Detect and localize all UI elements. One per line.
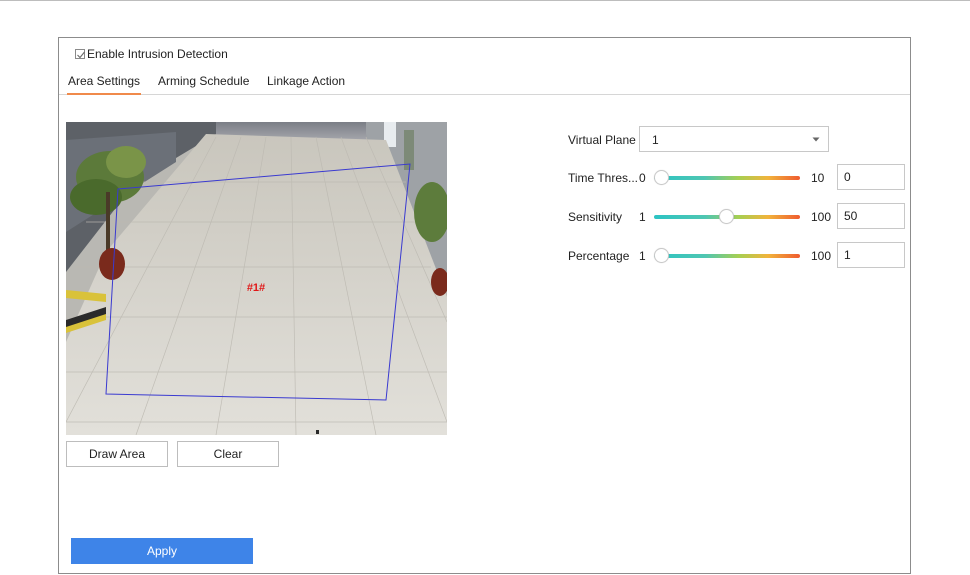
draw-area-button[interactable]: Draw Area xyxy=(66,441,168,467)
percentage-max: 100 xyxy=(811,249,832,263)
sensitivity-label: Sensitivity xyxy=(568,210,623,224)
slider-knob[interactable] xyxy=(654,170,669,185)
slider-knob[interactable] xyxy=(718,209,734,224)
virtual-plane-label: Virtual Plane xyxy=(568,133,636,147)
virtual-plane-value: 1 xyxy=(652,133,659,147)
slider-knob[interactable] xyxy=(654,248,669,263)
enable-intrusion-detection-checkbox[interactable]: Enable Intrusion Detection xyxy=(75,46,228,62)
time-threshold-max: 10 xyxy=(811,171,825,185)
time-threshold-slider[interactable] xyxy=(654,170,800,186)
time-threshold-min: 0 xyxy=(639,171,646,185)
checkbox-box[interactable] xyxy=(75,49,85,59)
virtual-plane-select[interactable]: 1 xyxy=(639,126,829,152)
percentage-input[interactable]: 1 xyxy=(837,242,905,268)
clear-button[interactable]: Clear xyxy=(177,441,279,467)
sensitivity-slider[interactable] xyxy=(654,209,800,225)
apply-button[interactable]: Apply xyxy=(71,538,253,564)
percentage-label: Percentage xyxy=(568,249,630,263)
tab-linkage-action[interactable]: Linkage Action xyxy=(267,70,345,94)
sensitivity-min: 1 xyxy=(639,210,646,224)
tab-bar: Area Settings Arming Schedule Linkage Ac… xyxy=(59,70,910,95)
sensitivity-max: 100 xyxy=(811,210,832,224)
slider-track xyxy=(654,254,800,258)
top-rule xyxy=(0,0,970,1)
detection-region-label: #1# xyxy=(247,282,265,294)
time-threshold-label: Time Thres... xyxy=(568,171,639,185)
percentage-min: 1 xyxy=(639,249,646,263)
tab-arming-schedule[interactable]: Arming Schedule xyxy=(158,70,249,94)
chevron-down-icon xyxy=(812,137,820,142)
percentage-slider[interactable] xyxy=(654,248,800,264)
time-threshold-input[interactable]: 0 xyxy=(837,164,905,190)
checkmark-icon xyxy=(77,51,85,59)
slider-track xyxy=(654,176,800,180)
sensitivity-input[interactable]: 50 xyxy=(837,203,905,229)
camera-preview[interactable]: #1# xyxy=(66,122,447,435)
camera-frame: #1# xyxy=(66,122,447,435)
intrusion-detection-panel: Enable Intrusion Detection Area Settings… xyxy=(58,37,911,574)
enable-label: Enable Intrusion Detection xyxy=(87,47,228,61)
tab-area-settings[interactable]: Area Settings xyxy=(66,70,142,95)
